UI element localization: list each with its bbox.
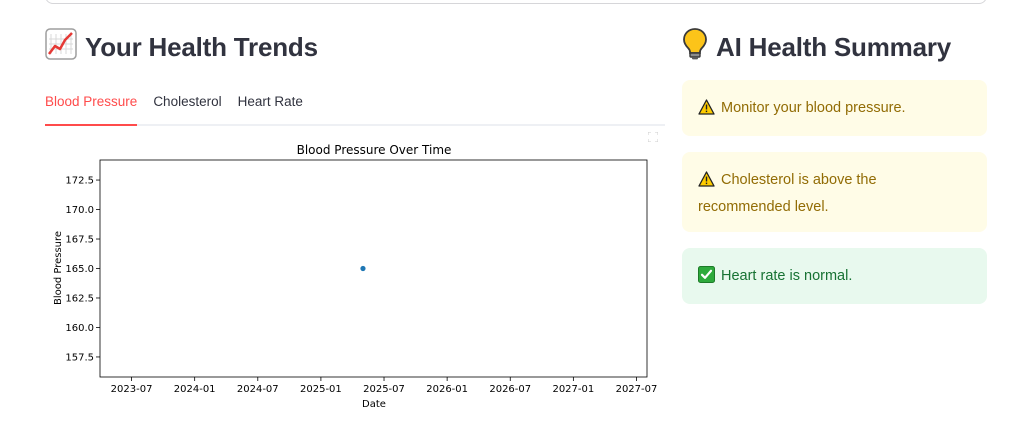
health-trends-section: Your Health Trends Blood Pressure Choles… <box>45 26 665 410</box>
x-tick-label: 2023-07 <box>111 384 153 395</box>
alert-text: Cholesterol is above the recommended lev… <box>698 172 877 215</box>
tab-blood-pressure[interactable]: Blood Pressure <box>45 90 138 126</box>
alert-cholesterol: Cholesterol is above the recommended lev… <box>682 152 987 232</box>
plot-area <box>99 159 648 378</box>
x-tick-label: 2026-07 <box>489 384 531 395</box>
y-tick-label: 170.0 <box>65 205 94 216</box>
top-input-field[interactable] <box>45 0 987 4</box>
warning-icon <box>698 171 715 195</box>
alert-text: Monitor your blood pressure. <box>721 100 906 116</box>
data-point <box>360 265 366 272</box>
ai-summary-heading: AI Health Summary <box>682 26 987 68</box>
x-tick-label: 2025-01 <box>300 384 342 395</box>
x-tick-label: 2025-07 <box>363 384 405 395</box>
ai-summary-title: AI Health Summary <box>716 31 952 62</box>
y-tick-label: 157.5 <box>65 352 94 363</box>
light-bulb-icon <box>682 27 708 67</box>
chart-svg: Blood Pressure Over Time 157.5 160.0 162.5… <box>53 143 658 410</box>
alert-heart-rate: Heart rate is normal. <box>682 248 987 304</box>
y-tick-label: 162.5 <box>65 293 94 304</box>
y-tick-label: 167.5 <box>65 235 94 246</box>
tab-cholesterol[interactable]: Cholesterol <box>153 90 221 118</box>
warning-icon <box>698 99 715 123</box>
health-trends-heading: Your Health Trends <box>45 26 665 68</box>
ai-summary-section: AI Health Summary Monitor your blood pre… <box>682 26 987 320</box>
tab-bar: Blood Pressure Cholesterol Heart Rate <box>45 90 665 126</box>
x-tick-label: 2027-01 <box>552 384 594 395</box>
check-mark-icon <box>698 266 715 291</box>
alert-text: Heart rate is normal. <box>721 268 853 284</box>
x-tick-label: 2024-07 <box>237 384 279 395</box>
chart-increasing-icon <box>45 27 77 67</box>
x-axis-label: Date <box>362 399 386 410</box>
y-tick-label: 165.0 <box>65 264 94 275</box>
chart-title: Blood Pressure Over Time <box>297 143 452 157</box>
y-tick-label: 172.5 <box>65 176 94 187</box>
health-trends-title: Your Health Trends <box>85 31 318 62</box>
y-tick-label: 160.0 <box>65 323 94 334</box>
y-axis-label: Blood Pressure <box>53 231 64 305</box>
x-tick-label: 2027-07 <box>616 384 658 395</box>
blood-pressure-chart: Blood Pressure Over Time 157.5 160.0 162.5… <box>45 138 665 428</box>
tab-heart-rate[interactable]: Heart Rate <box>238 90 303 118</box>
alert-blood-pressure: Monitor your blood pressure. <box>682 80 987 136</box>
x-tick-label: 2024-01 <box>174 384 216 395</box>
x-tick-label: 2026-01 <box>426 384 468 395</box>
